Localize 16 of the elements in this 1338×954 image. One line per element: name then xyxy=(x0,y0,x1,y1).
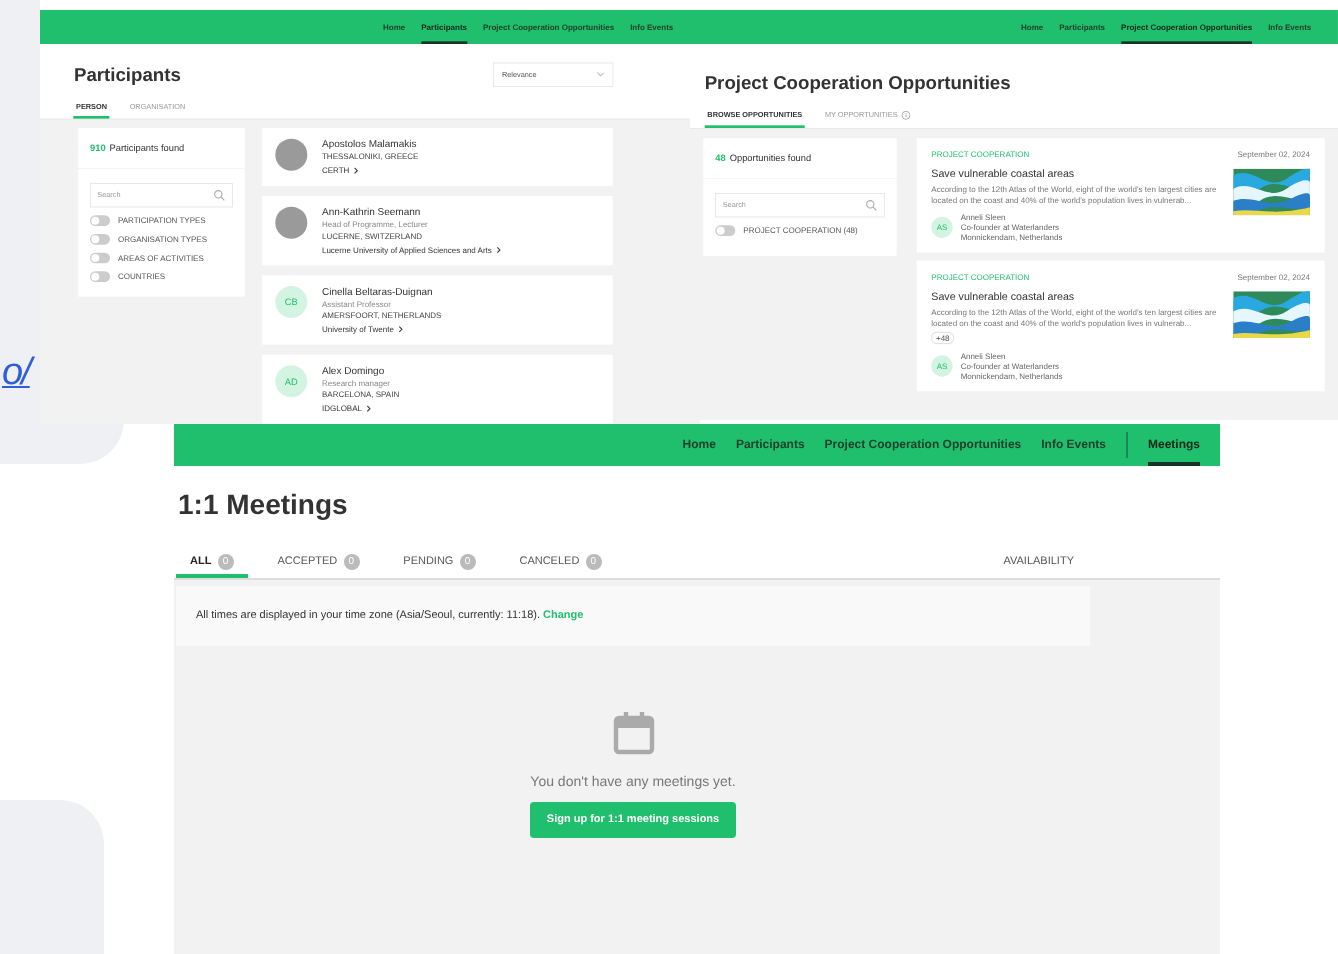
page-title: Project Cooperation Opportunities xyxy=(704,72,1013,94)
opportunity-card[interactable] xyxy=(916,138,1325,253)
page-title: Participants xyxy=(74,64,181,86)
opportunity-card[interactable] xyxy=(916,260,1325,392)
toggle-switch[interactable] xyxy=(90,271,110,282)
avatar-photo-placeholder xyxy=(275,138,308,171)
avatar-photo-placeholder xyxy=(275,206,308,239)
link-fragment[interactable]: o/ xyxy=(2,352,30,396)
toggle-switch[interactable] xyxy=(90,215,110,226)
toggle-switch[interactable] xyxy=(715,225,736,236)
toggle-switch[interactable] xyxy=(90,234,110,245)
calendar-icon xyxy=(611,710,655,756)
coastal-waves-artwork xyxy=(1233,168,1310,216)
page-title: 1:1 Meetings xyxy=(176,486,350,524)
coastal-waves-artwork xyxy=(1233,291,1310,339)
toggle-switch[interactable] xyxy=(90,252,110,264)
